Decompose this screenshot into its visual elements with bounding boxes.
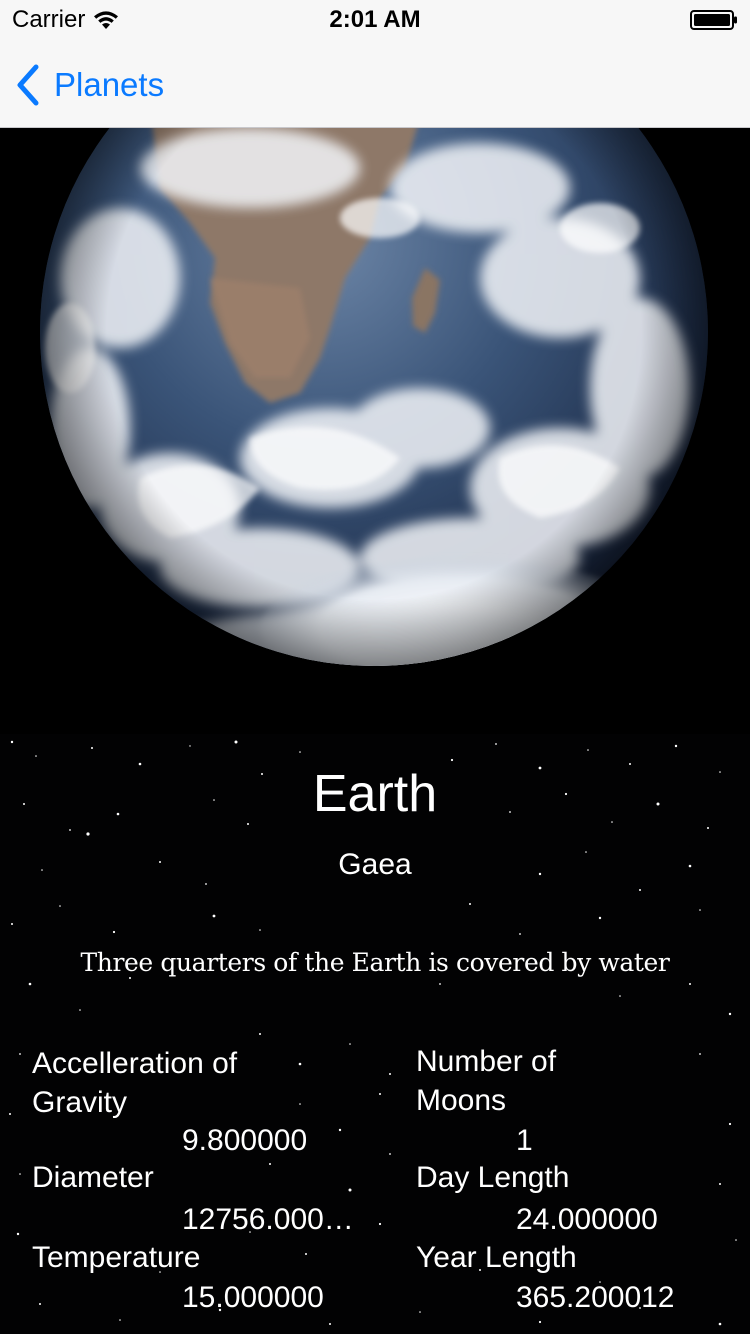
day-length-value: 24.000000: [516, 1203, 658, 1236]
planet-alternate-name: Gaea: [338, 848, 412, 881]
planet-detail-panel: Earth Gaea Three quarters of the Earth i…: [0, 734, 750, 1334]
navigation-header: Carrier 2:01 AM Planets: [0, 0, 750, 128]
battery-icon: [690, 10, 737, 30]
planet-fact: Three quarters of the Earth is covered b…: [80, 948, 670, 977]
temperature-label: Temperature: [32, 1241, 201, 1274]
back-button[interactable]: Planets: [14, 62, 164, 108]
day-length-label: Day Length: [416, 1161, 570, 1194]
diameter-label: Diameter: [32, 1161, 154, 1194]
status-time: 2:01 AM: [329, 6, 421, 33]
moons-label: Number of Moons: [416, 1045, 557, 1117]
moons-value: 1: [516, 1124, 533, 1157]
temperature-value: 15.000000: [182, 1281, 324, 1314]
planet-name: Earth: [312, 765, 438, 823]
gravity-label: Accelleration of Gravity: [32, 1047, 238, 1119]
navigation-bar: Planets: [0, 40, 750, 128]
chevron-left-icon: [17, 64, 39, 106]
year-length-label: Year Length: [416, 1241, 577, 1274]
back-button-label: Planets: [54, 66, 165, 103]
gravity-value: 9.800000: [182, 1124, 308, 1157]
diameter-value: 12756.000…: [182, 1203, 354, 1236]
planet-image-area: [0, 128, 750, 734]
earth-globe-image: [0, 128, 750, 734]
year-length-value: 365.200012: [516, 1281, 675, 1314]
status-bar: Carrier 2:01 AM: [0, 0, 750, 40]
